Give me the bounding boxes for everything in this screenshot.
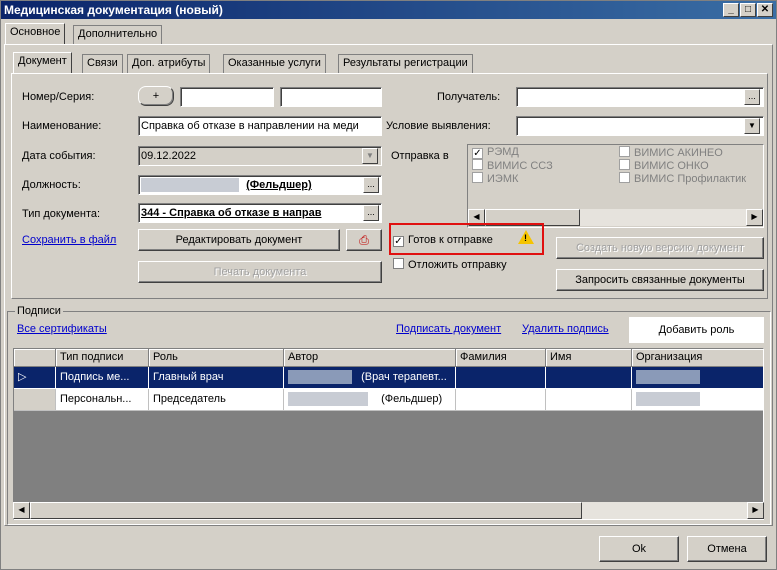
name-input[interactable]: Справка об отказе в направлении на меди [138, 116, 382, 136]
condition-label: Условие выявления: [386, 120, 491, 132]
date-dropdown-icon[interactable]: ▼ [362, 148, 378, 164]
signatures-label: Подписи [15, 304, 63, 318]
recipient-ellipsis-button[interactable]: ... [744, 89, 760, 105]
name-label: Наименование: [22, 120, 102, 132]
ok-button[interactable]: Ok [599, 536, 679, 562]
sign-document-link[interactable]: Подписать документ [396, 323, 501, 335]
scroll-right-icon[interactable]: ▶ [746, 209, 763, 226]
cell-type: Персональн... [56, 389, 149, 411]
send-vimis-onko[interactable]: ВИМИС ОНКО [619, 159, 709, 172]
send-vimis-ssz[interactable]: ВИМИС ССЗ [472, 159, 553, 172]
cell-role: Председатель [149, 389, 284, 411]
edit-document-button[interactable]: Редактировать документ [138, 229, 340, 251]
date-label: Дата события: [22, 150, 96, 162]
cancel-button[interactable]: Отмена [687, 536, 767, 562]
header-role[interactable]: Роль [149, 349, 284, 367]
number-label: Номер/Серия: [22, 91, 95, 103]
header-author[interactable]: Автор [284, 349, 456, 367]
table-row[interactable]: Персональн... Председатель (Фельдшер) [14, 389, 763, 411]
pdf-icon[interactable]: ⎙ [346, 229, 382, 251]
cell-organization [632, 389, 763, 411]
warning-icon-mark: ! [524, 233, 527, 243]
tab-services[interactable]: Оказанные услуги [223, 54, 326, 73]
table-row[interactable]: ▷ Подпись ме... Главный врач (Врач терап… [14, 367, 763, 389]
doctype-input[interactable]: 344 - Справка об отказе в направ [138, 203, 382, 223]
table-scroll-thumb[interactable] [30, 502, 582, 519]
cell-lastname [456, 389, 546, 411]
date-input[interactable]: 09.12.2022 [138, 146, 382, 166]
recipient-label: Получатель: [437, 91, 501, 103]
doctype-ellipsis-button[interactable]: ... [363, 205, 379, 221]
row-indicator [14, 389, 56, 411]
send-vimis-akineo[interactable]: ВИМИС АКИНЕО [619, 146, 723, 159]
tab-extra-attributes[interactable]: Доп. атрибуты [127, 54, 211, 73]
print-document-button[interactable]: Печать документа [138, 261, 382, 283]
tab-additional[interactable]: Дополнительно [73, 25, 163, 44]
number-input[interactable] [180, 87, 274, 107]
position-input[interactable]: (Фельдшер) [138, 175, 382, 195]
send-iemk[interactable]: ИЭМК [472, 172, 518, 185]
cell-author: (Фельдшер) [284, 389, 456, 411]
redacted-name [141, 178, 239, 193]
dialog-window: Медицинская документация (новый) _ □ ✕ О… [0, 0, 777, 570]
send-to-label: Отправка в [391, 150, 449, 162]
delete-signature-link[interactable]: Удалить подпись [522, 323, 609, 335]
recipient-input[interactable] [516, 87, 764, 107]
add-role-button[interactable]: Добавить роль [629, 317, 764, 343]
table-scroll-right-icon[interactable]: ▶ [747, 502, 764, 519]
position-ellipsis-button[interactable]: ... [363, 177, 379, 193]
cell-firstname [546, 389, 632, 411]
table-scroll-left-icon[interactable]: ◀ [13, 502, 30, 519]
header-firstname[interactable]: Имя [546, 349, 632, 367]
all-certificates-link[interactable]: Все сертификаты [17, 323, 107, 335]
save-to-file-link[interactable]: Сохранить в файл [22, 234, 116, 246]
row-pointer-icon: ▷ [14, 367, 56, 389]
tab-registration-results[interactable]: Результаты регистрации [338, 54, 473, 73]
signatures-table: Тип подписи Роль Автор Фамилия Имя Орган… [13, 348, 764, 520]
header-organization[interactable]: Организация [632, 349, 763, 367]
condition-dropdown-icon[interactable]: ▼ [744, 118, 760, 134]
table-header: Тип подписи Роль Автор Фамилия Имя Орган… [14, 349, 763, 367]
tab-document[interactable]: Документ [13, 52, 72, 73]
cell-role: Главный врач [149, 367, 284, 389]
close-button[interactable]: ✕ [757, 3, 773, 17]
table-scrollbar[interactable]: ◀ ▶ [13, 502, 764, 519]
title-bar: Медицинская документация (новый) _ □ ✕ [1, 1, 776, 19]
header-lastname[interactable]: Фамилия [456, 349, 546, 367]
header-indicator [14, 349, 56, 367]
position-label: Должность: [22, 179, 81, 191]
send-vimis-prof[interactable]: ВИМИС Профилактик [619, 172, 761, 185]
condition-select[interactable] [516, 116, 764, 136]
request-related-button[interactable]: Запросить связанные документы [556, 269, 764, 291]
series-input[interactable] [280, 87, 382, 107]
window-title: Медицинская документация (новый) [4, 3, 223, 17]
cell-type: Подпись ме... [56, 367, 149, 389]
cell-organization [632, 367, 763, 389]
tab-main[interactable]: Основное [5, 23, 66, 44]
send-remd[interactable]: ✓ РЭМД [472, 146, 519, 159]
cell-lastname [456, 367, 546, 389]
cell-author: (Врач терапевт... [284, 367, 456, 389]
maximize-button[interactable]: □ [740, 3, 756, 17]
tab-links[interactable]: Связи [82, 54, 123, 73]
header-type[interactable]: Тип подписи [56, 349, 149, 367]
add-number-button[interactable]: + [138, 86, 174, 106]
doctype-label: Тип документа: [22, 208, 101, 220]
new-version-button[interactable]: Создать новую версию документ [556, 237, 764, 259]
postpone-checkbox[interactable]: Отложить отправку [393, 258, 507, 272]
minimize-button[interactable]: _ [723, 3, 739, 17]
cell-firstname [546, 367, 632, 389]
